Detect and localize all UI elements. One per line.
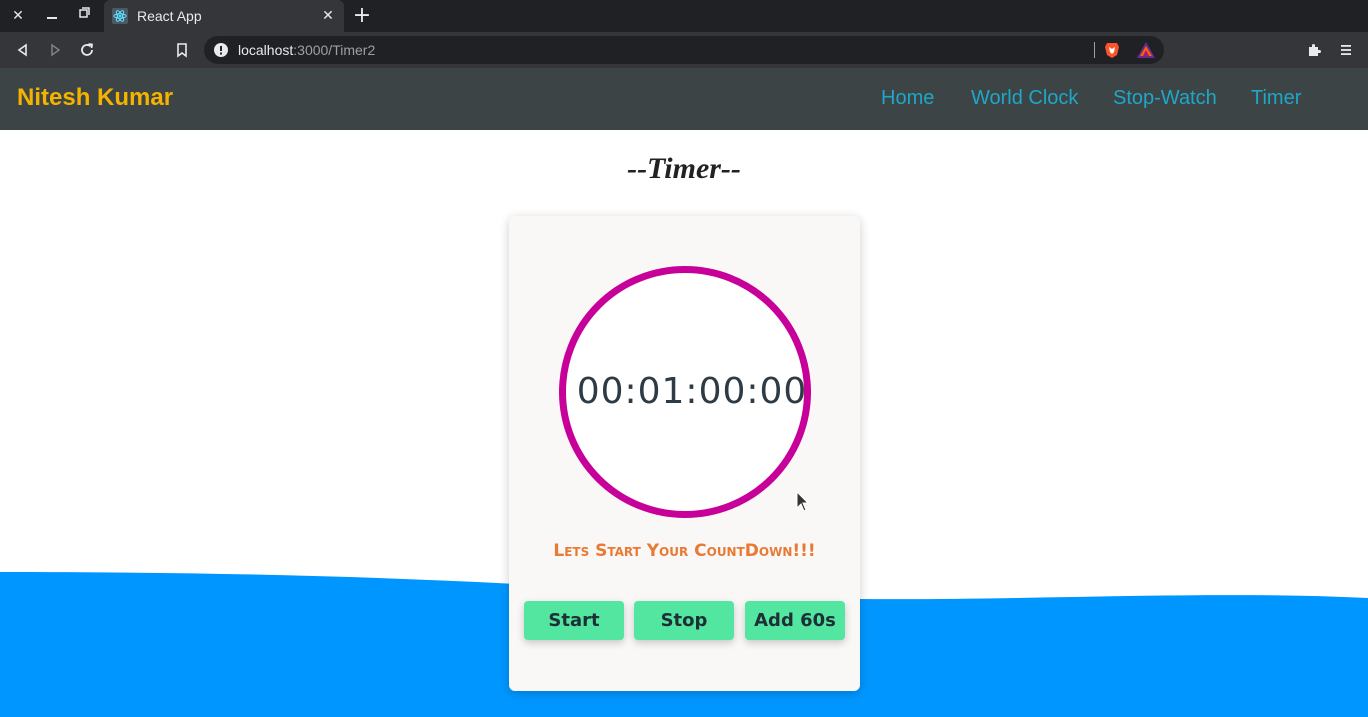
nav-link-timer[interactable]: Timer [1251,87,1301,110]
forward-icon[interactable] [43,38,67,62]
browser-tab-bar: ✕ React App ✕ + [0,0,1368,32]
react-favicon-icon [112,8,128,24]
site-info-icon[interactable] [214,43,228,57]
bookmark-icon[interactable] [170,38,194,62]
url-text: localhost:3000/Timer2 [238,42,376,58]
nav-link-world-clock[interactable]: World Clock [971,87,1078,110]
window-close-icon[interactable]: ✕ [6,4,30,28]
brand-logo-text[interactable]: Nitesh Kumar [17,84,173,112]
stop-button[interactable]: Stop [634,601,734,640]
back-icon[interactable] [11,38,35,62]
nav-link-stop-watch[interactable]: Stop-Watch [1113,87,1217,110]
mouse-cursor-icon [796,491,810,512]
page-title: --Timer-- [627,152,741,185]
start-button[interactable]: Start [524,601,624,640]
browser-tab[interactable]: React App ✕ [104,0,344,32]
reload-icon[interactable] [75,38,99,62]
address-divider [1094,42,1095,58]
address-bar[interactable]: localhost:3000/Timer2 [204,36,1164,64]
nav-link-home[interactable]: Home [881,87,934,110]
window-restore-icon[interactable] [72,4,96,28]
menu-icon[interactable] [1334,38,1358,62]
timer-display: 00:01:00:00 [576,371,808,412]
extensions-icon[interactable] [1302,38,1326,62]
add-60s-button[interactable]: Add 60s [745,601,845,640]
window-minimize-icon[interactable] [40,4,64,28]
tab-close-icon[interactable]: ✕ [318,6,338,26]
brave-rewards-icon[interactable] [1136,41,1156,59]
timer-card: 00:01:00:00 Lets Start Your CountDown!!!… [509,216,860,691]
browser-toolbar: localhost:3000/Timer2 [0,32,1368,68]
timer-ring: 00:01:00:00 [559,266,811,518]
brave-shields-icon[interactable] [1103,41,1121,59]
app-navbar: Nitesh Kumar Home World Clock Stop-Watch… [0,68,1368,130]
tab-title: React App [137,8,202,24]
countdown-message: Lets Start Your CountDown!!! [553,541,816,561]
new-tab-icon[interactable]: + [350,4,374,28]
